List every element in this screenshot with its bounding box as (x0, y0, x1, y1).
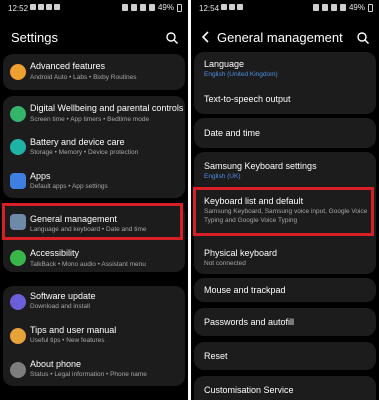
accessibility-icon (10, 250, 26, 266)
settings-card: Mouse and trackpad (194, 278, 376, 302)
settings-card: Reset (194, 342, 376, 370)
settings-card: Advanced features Android Auto • Labs • … (3, 54, 185, 90)
settings-item-software-update[interactable]: Software update Download and install (3, 286, 185, 318)
signal-icon (148, 4, 155, 11)
battery-icon (177, 3, 182, 12)
settings-item-battery[interactable]: Battery and device care Storage • Memory… (3, 130, 185, 164)
settings-item-samsung-keyboard[interactable]: Samsung Keyboard settings English (UK) (194, 152, 376, 186)
search-icon[interactable] (356, 31, 370, 45)
settings-screen: 12:52 49% Settings Advanced features And… (0, 0, 188, 400)
settings-item-customisation-service[interactable]: Customisation Service (194, 376, 376, 400)
status-bar: 12:54 49% (191, 0, 379, 18)
page-title: Settings (11, 30, 58, 45)
page-title: General management (217, 30, 343, 45)
alarm-icon (312, 4, 319, 11)
about-phone-icon (10, 362, 26, 378)
settings-item-advanced-features[interactable]: Advanced features Android Auto • Labs • … (3, 54, 185, 90)
software-update-icon (10, 294, 26, 310)
wifi-icon (330, 4, 337, 11)
settings-card: Software update Download and install Tip… (3, 286, 185, 386)
settings-item-about-phone[interactable]: About phone Status • Legal information •… (3, 354, 185, 386)
status-bar: 12:52 49% (0, 0, 188, 18)
settings-item-text-to-speech[interactable]: Text-to-speech output (194, 84, 376, 114)
mute-icon (321, 4, 328, 11)
highlight-box (2, 203, 183, 240)
settings-card: Date and time (194, 118, 376, 148)
settings-card: Language English (United Kingdom) Text-t… (194, 52, 376, 114)
advanced-features-icon (10, 64, 26, 80)
back-arrow-icon[interactable] (199, 30, 213, 44)
digital-wellbeing-icon (10, 106, 26, 122)
tips-icon (10, 328, 26, 344)
settings-item-language[interactable]: Language English (United Kingdom) (194, 52, 376, 84)
settings-item-accessibility[interactable]: Accessibility TalkBack • Mono audio • As… (3, 242, 185, 272)
alarm-icon (121, 4, 128, 11)
settings-item-date-time[interactable]: Date and time (194, 118, 376, 148)
battery-percent: 49% (157, 3, 174, 12)
settings-card: Passwords and autofill (194, 308, 376, 336)
settings-card: Digital Wellbeing and parental controls … (3, 96, 185, 198)
settings-item-physical-keyboard[interactable]: Physical keyboard Not connected (194, 242, 376, 274)
settings-card: Customisation Service (194, 376, 376, 400)
status-time: 12:54 (199, 4, 220, 13)
notification-icons (30, 4, 60, 10)
apps-icon (10, 173, 26, 189)
notification-icons (221, 4, 243, 10)
system-icons: 49% (312, 3, 373, 12)
mute-icon (130, 4, 137, 11)
settings-item-passwords-autofill[interactable]: Passwords and autofill (194, 308, 376, 336)
battery-icon (368, 3, 373, 12)
status-time: 12:52 (8, 4, 29, 13)
system-icons: 49% (121, 3, 182, 12)
device-care-icon (10, 139, 26, 155)
signal-icon (339, 4, 346, 11)
settings-item-tips[interactable]: Tips and user manual Useful tips • New f… (3, 320, 185, 352)
general-management-screen: 12:54 49% General management Language En… (191, 0, 379, 400)
wifi-icon (139, 4, 146, 11)
highlight-box (193, 187, 374, 236)
settings-item-digital-wellbeing[interactable]: Digital Wellbeing and parental controls … (3, 96, 185, 130)
settings-item-mouse-trackpad[interactable]: Mouse and trackpad (194, 278, 376, 302)
settings-item-apps[interactable]: Apps Default apps • App settings (3, 164, 185, 198)
battery-percent: 49% (348, 3, 365, 12)
search-icon[interactable] (165, 31, 179, 45)
settings-item-reset[interactable]: Reset (194, 342, 376, 370)
